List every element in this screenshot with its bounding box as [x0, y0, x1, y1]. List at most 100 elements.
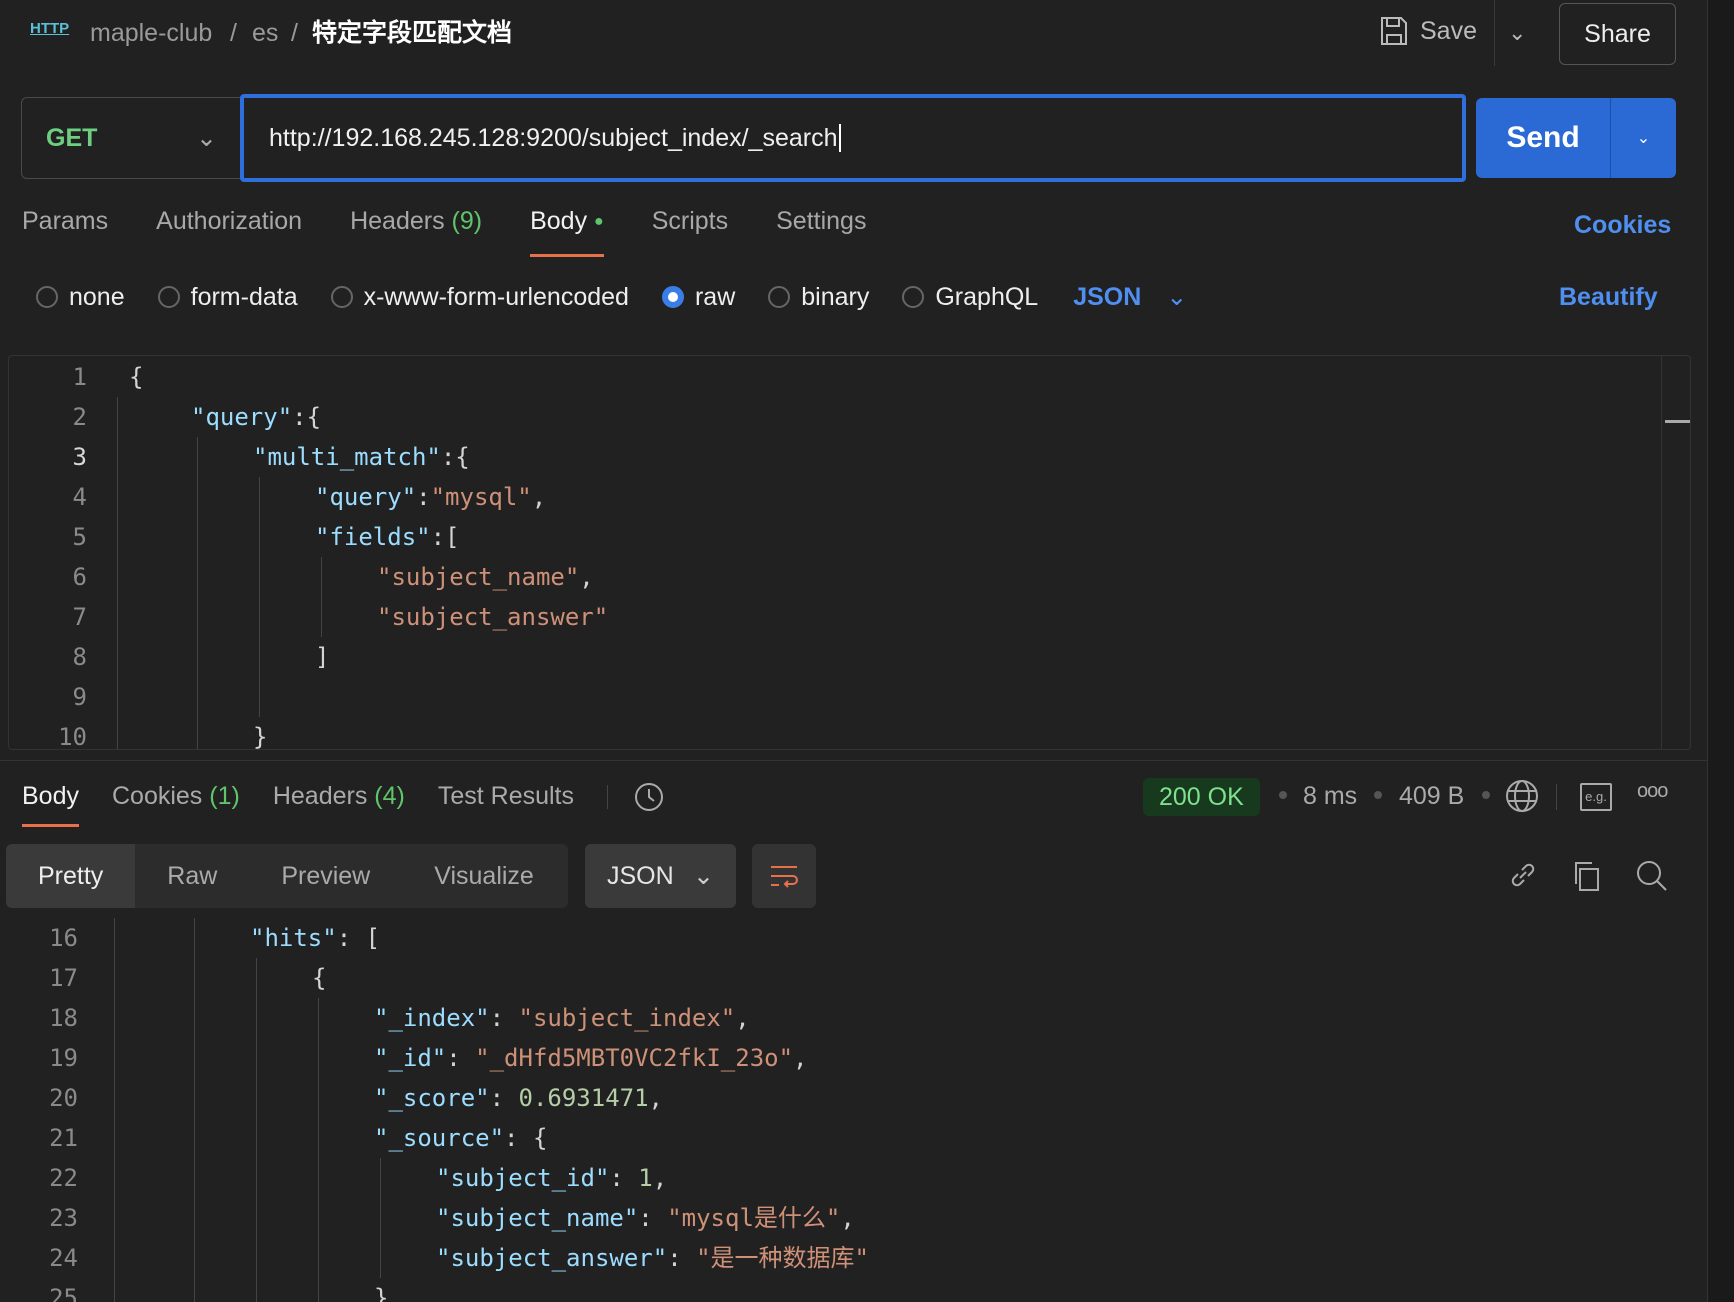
- url-text: http://192.168.245.128:9200/subject_inde…: [269, 123, 838, 152]
- json-punctuation: {: [129, 363, 144, 391]
- line-number: 3: [72, 443, 87, 471]
- indent-guide: [117, 717, 118, 749]
- cookies-link[interactable]: Cookies: [1574, 211, 1671, 240]
- request-body-editor[interactable]: 1{2 "query":{3 "multi_match":{4 "query":"my…: [8, 355, 1691, 750]
- url-input[interactable]: http://192.168.245.128:9200/subject_inde…: [240, 94, 1466, 182]
- separator-dot: [1374, 791, 1382, 799]
- radio-circle[interactable]: [36, 286, 58, 308]
- json-punctuation: ,: [793, 1044, 808, 1072]
- tab-authorization[interactable]: Authorization: [156, 207, 302, 257]
- tab-params[interactable]: Params: [22, 207, 108, 257]
- json-punctuation: :[: [430, 523, 460, 551]
- indent-guide: [197, 677, 198, 717]
- editor-scrollbar[interactable]: [1661, 356, 1662, 749]
- indent-guide: [256, 1118, 257, 1158]
- json-punctuation: :: [446, 1044, 476, 1072]
- tab-settings[interactable]: Settings: [776, 207, 866, 257]
- line-number: 6: [72, 563, 87, 591]
- indent-guide: [380, 1198, 381, 1238]
- json-punctuation: ,: [531, 483, 547, 511]
- response-tab-headers[interactable]: Headers (4): [273, 781, 405, 827]
- response-tab-test-results[interactable]: Test Results: [438, 781, 574, 827]
- body-format-select[interactable]: JSON ⌄: [1073, 282, 1187, 312]
- response-body-viewer[interactable]: 16 "hits": [17 {18 "_index": "subject_index…: [0, 918, 1692, 1302]
- json-key: "_index": [374, 1004, 490, 1032]
- indent-guide: [117, 597, 118, 637]
- json-punctuation: :: [609, 1164, 639, 1192]
- history-icon[interactable]: [632, 780, 666, 814]
- radio-circle[interactable]: [768, 286, 791, 308]
- response-size[interactable]: 409 B: [1399, 782, 1464, 811]
- code-text: "query":{: [191, 397, 321, 437]
- save-button[interactable]: Save: [1380, 16, 1477, 46]
- wrap-lines-button[interactable]: [752, 844, 816, 908]
- json-punctuation: ,: [840, 1204, 855, 1232]
- line-number: 22: [49, 1164, 78, 1192]
- radio-raw[interactable]: raw: [661, 282, 736, 312]
- indent-guide: [318, 1238, 319, 1278]
- indent-guide: [318, 1078, 319, 1118]
- view-raw[interactable]: Raw: [135, 844, 249, 908]
- response-format-select[interactable]: JSON ⌄: [585, 844, 736, 908]
- method-select[interactable]: GET ⌄: [21, 97, 241, 179]
- view-visualize[interactable]: Visualize: [402, 844, 566, 908]
- view-preview[interactable]: Preview: [249, 844, 402, 908]
- view-pretty[interactable]: Pretty: [6, 844, 136, 908]
- response-time[interactable]: 8 ms: [1303, 782, 1357, 811]
- json-punctuation: : {: [504, 1124, 548, 1152]
- response-tab-cookies[interactable]: Cookies (1): [112, 781, 240, 827]
- radio-label: x-www-form-urlencoded: [363, 282, 629, 311]
- example-icon[interactable]: e.g.: [1580, 783, 1612, 811]
- link-icon[interactable]: [1508, 860, 1538, 890]
- save-label: Save: [1420, 16, 1477, 45]
- indent-guide: [380, 1158, 381, 1198]
- radio-urlencoded[interactable]: x-www-form-urlencoded: [330, 282, 629, 312]
- radio-circle-selected[interactable]: [661, 286, 684, 308]
- tab-scripts[interactable]: Scripts: [652, 207, 728, 257]
- request-name[interactable]: 特定字段匹配文档: [312, 16, 512, 50]
- indent-guide: [318, 1198, 319, 1238]
- code-text: "fields":[: [315, 517, 460, 557]
- send-options-chevron-icon[interactable]: ⌄: [1611, 98, 1676, 178]
- code-line: 22 "subject_id": 1,: [0, 1158, 1692, 1198]
- more-options-icon[interactable]: ooo: [1637, 780, 1668, 803]
- code-text: "hits": [: [250, 918, 380, 958]
- breadcrumb-collection[interactable]: es: [252, 16, 278, 50]
- copy-icon[interactable]: [1572, 860, 1602, 892]
- send-button-group[interactable]: Send ⌄: [1476, 98, 1676, 178]
- indent-guide: [117, 517, 118, 557]
- share-button[interactable]: Share: [1559, 3, 1676, 65]
- radio-circle[interactable]: [902, 286, 925, 308]
- json-key: "multi_match": [253, 443, 441, 471]
- json-string: "mysql": [430, 483, 532, 511]
- indent-guide: [256, 1198, 257, 1238]
- json-punctuation: ,: [652, 1164, 668, 1192]
- radio-binary[interactable]: binary: [768, 283, 869, 312]
- json-punctuation: :: [489, 1084, 519, 1112]
- beautify-link[interactable]: Beautify: [1559, 283, 1658, 312]
- tab-body[interactable]: Body ●: [530, 207, 604, 257]
- right-sidebar: [1707, 0, 1734, 1302]
- code-line: 17 {: [0, 958, 1692, 998]
- radio-none[interactable]: none: [36, 283, 125, 312]
- code-text: }: [253, 717, 267, 749]
- body-type-options: none form-data x-www-form-urlencoded raw…: [36, 282, 1187, 312]
- radio-circle[interactable]: [330, 286, 353, 308]
- headers-count: (9): [451, 207, 483, 235]
- search-icon[interactable]: [1636, 860, 1668, 892]
- radio-label: raw: [694, 282, 736, 311]
- tab-headers[interactable]: Headers (9): [350, 207, 482, 257]
- radio-form-data[interactable]: form-data: [157, 283, 298, 312]
- response-tab-body[interactable]: Body: [22, 781, 79, 827]
- radio-circle[interactable]: [157, 286, 180, 308]
- indent-guide: [114, 1038, 115, 1078]
- code-line: 9: [9, 677, 1690, 717]
- code-line: 2 "query":{: [9, 397, 1690, 437]
- indent-guide: [194, 1238, 195, 1278]
- line-number: 9: [72, 683, 87, 711]
- save-options-chevron-icon[interactable]: ⌄: [1508, 20, 1526, 46]
- radio-graphql[interactable]: GraphQL: [902, 283, 1038, 312]
- breadcrumb-workspace[interactable]: maple-club: [90, 16, 212, 50]
- globe-icon[interactable]: [1505, 779, 1539, 813]
- send-button[interactable]: Send: [1476, 98, 1611, 178]
